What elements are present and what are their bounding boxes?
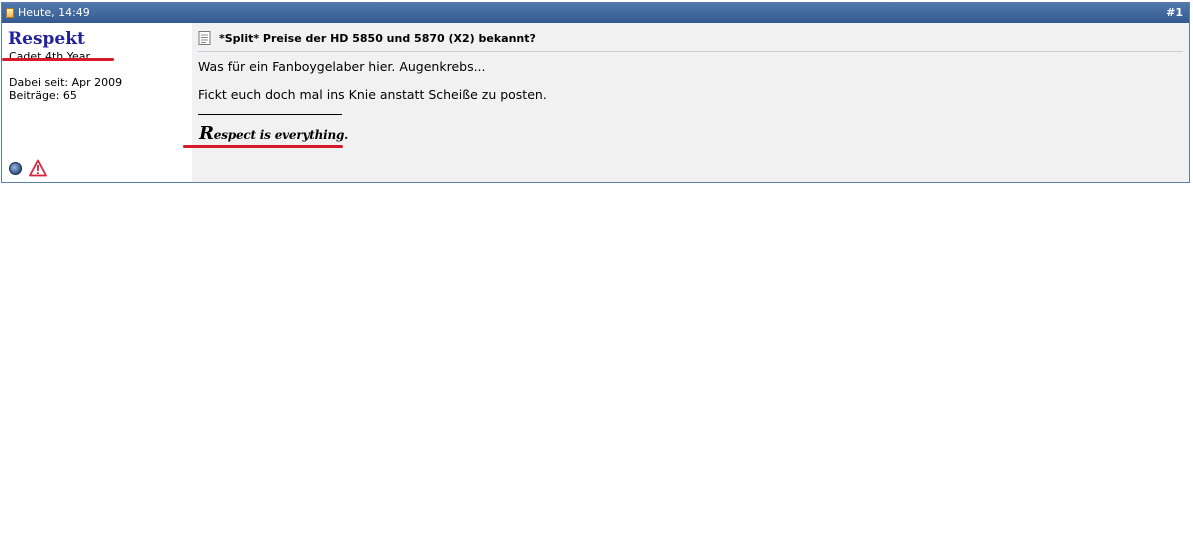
post-header: Heute, 14:49 #1 — [2, 3, 1189, 23]
title-divider — [198, 51, 1183, 52]
signature-text: espect is everything. — [213, 128, 349, 142]
post-title: *Split* Preise der HD 5850 und 5870 (X2)… — [219, 31, 536, 45]
post-title-row: *Split* Preise der HD 5850 und 5870 (X2)… — [198, 31, 536, 45]
signature-initial: R — [199, 123, 214, 144]
online-status-icon — [9, 162, 22, 175]
signature: Respect is everything. — [199, 123, 348, 144]
user-title: Cadet 4th Year — [9, 50, 91, 63]
user-post-count: Beiträge: 65 — [9, 89, 77, 102]
red-annotation-underline — [2, 58, 114, 61]
post-number-link[interactable]: #1 — [1166, 3, 1183, 23]
post-date-area: Heute, 14:49 — [6, 3, 90, 23]
signature-divider — [198, 114, 342, 115]
report-icon[interactable] — [29, 159, 47, 177]
forum-post: Heute, 14:49 #1 Respekt Cadet 4th Year D… — [1, 2, 1190, 183]
red-annotation-underline-signature — [183, 145, 343, 148]
message-line-1: Was für ein Fanboygelaber hier. Augenkre… — [198, 59, 486, 74]
user-info-panel: Respekt Cadet 4th Year Dabei seit: Apr 2… — [2, 23, 192, 182]
post-body: *Split* Preise der HD 5850 und 5870 (X2)… — [183, 23, 1189, 182]
username-link[interactable]: Respekt — [8, 29, 85, 49]
post-icon — [6, 8, 14, 18]
message-line-2: Fickt euch doch mal ins Knie anstatt Sch… — [198, 87, 547, 102]
user-join-date: Dabei seit: Apr 2009 — [9, 76, 123, 89]
document-icon — [198, 31, 211, 45]
post-date: Heute, 14:49 — [18, 6, 90, 19]
